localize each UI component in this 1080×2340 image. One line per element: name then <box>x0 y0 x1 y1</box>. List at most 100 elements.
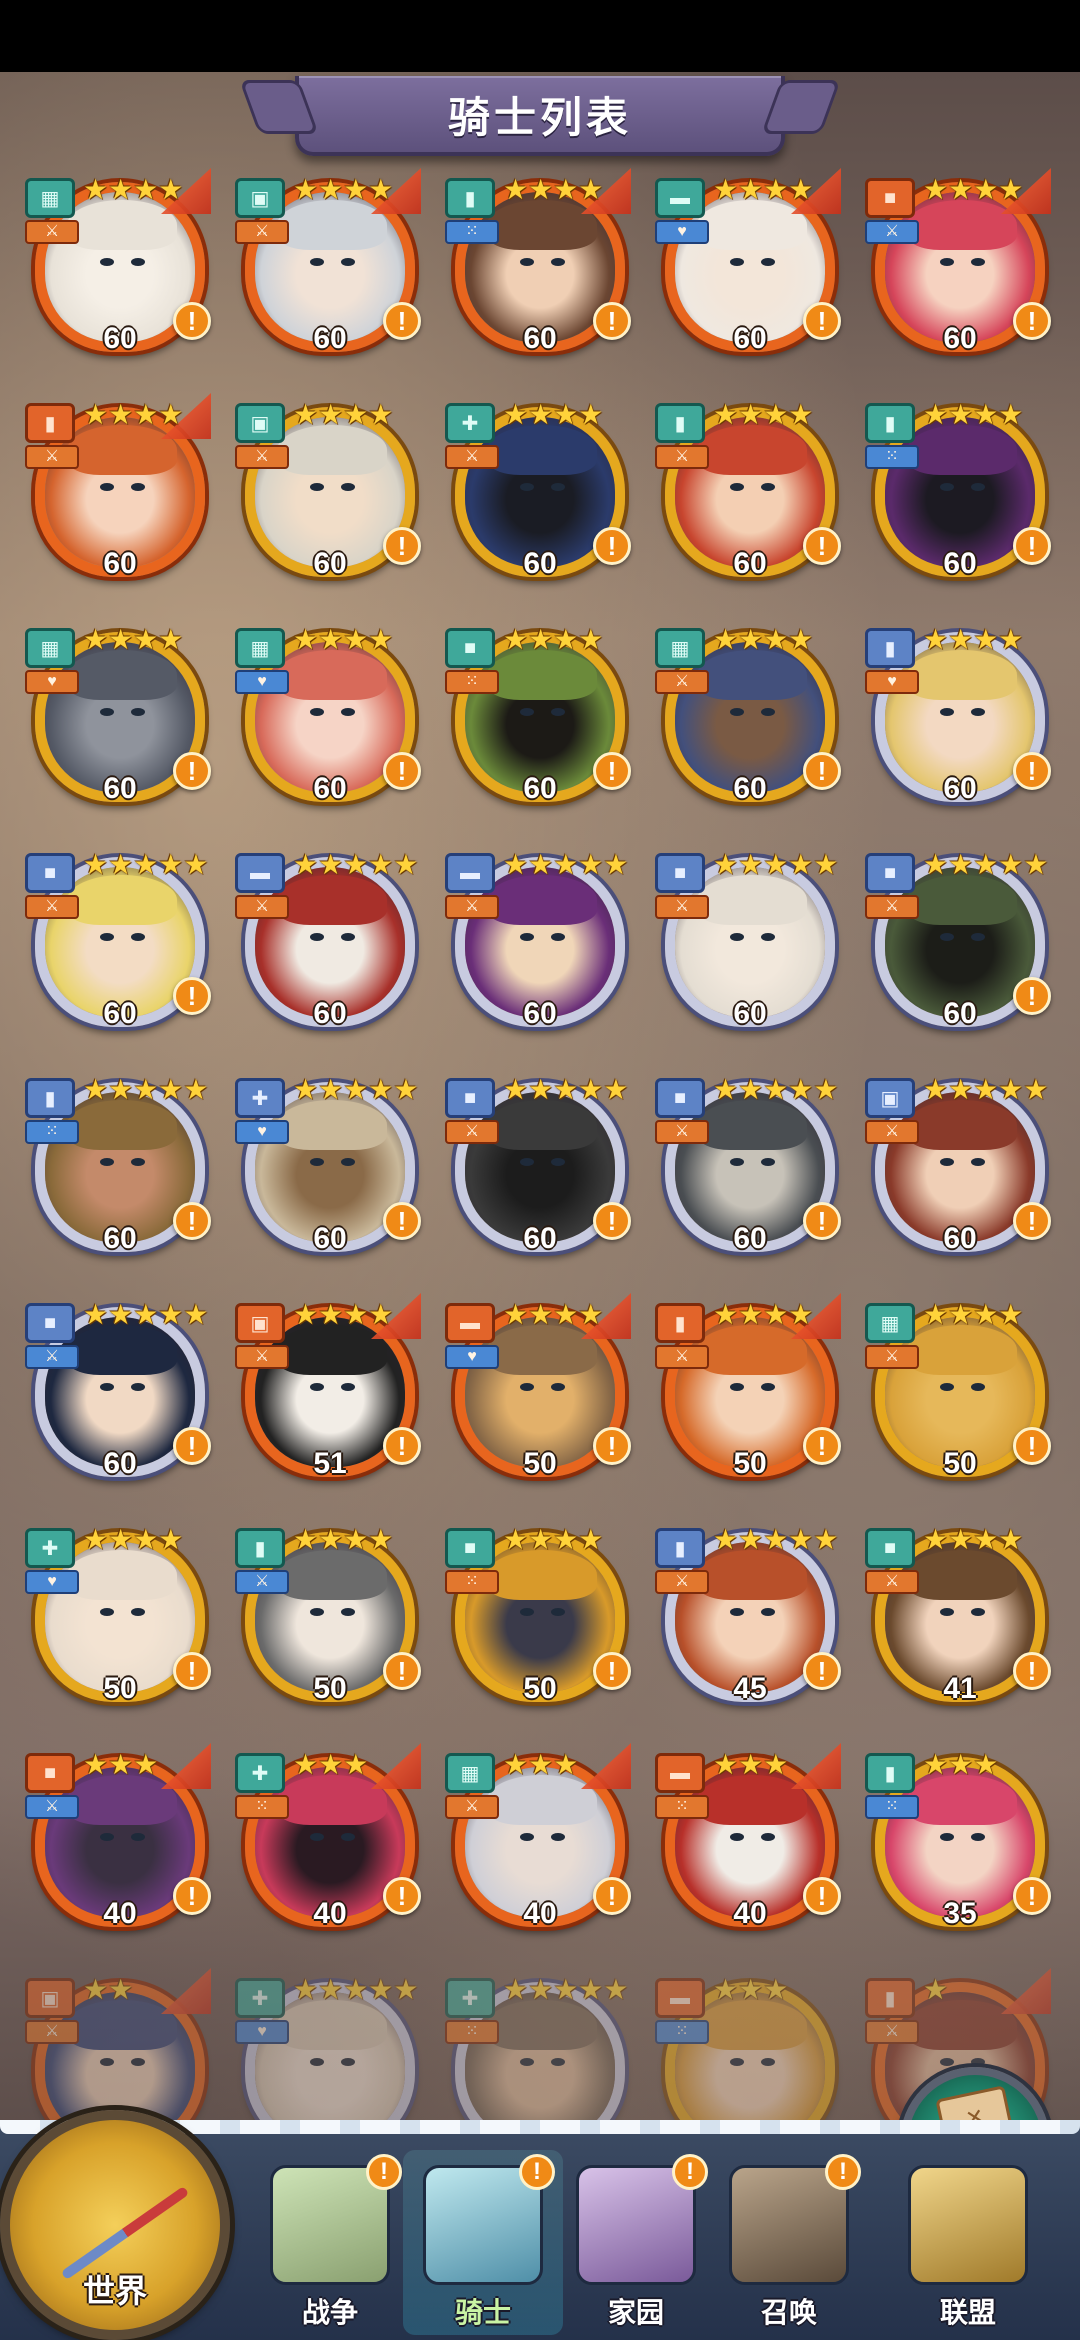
knight-card[interactable]: ★★★★ ▣ ⚔ 60! <box>235 397 425 587</box>
knight-card[interactable]: ★★★★ ▬ ♥ 60! <box>655 168 845 362</box>
class-icon: ▮ <box>25 403 75 443</box>
knight-card[interactable]: ★★★★ ▮ ⚔ 60 <box>25 393 215 587</box>
alert-badge-icon: ! <box>803 1427 841 1465</box>
knight-hair <box>907 1100 1017 1150</box>
knight-eye <box>520 2058 534 2066</box>
knight-card[interactable]: ★★★★ ▮ ⁙ 60! <box>865 397 1055 587</box>
class-icon: ▬ <box>655 178 705 218</box>
knight-eye <box>310 2058 324 2066</box>
knight-eye <box>971 1158 985 1166</box>
knight-eye <box>100 1383 114 1391</box>
tab-label: 骑士 <box>454 2297 511 2328</box>
knight-card[interactable]: ★★★★ ▣ ⚔ 51! <box>235 1293 425 1487</box>
knight-eye <box>520 1608 534 1616</box>
role-icon: ⚔ <box>25 2020 79 2044</box>
alert-badge-icon: ! <box>173 302 211 340</box>
knight-card[interactable]: ★★★ ▮ ⁙ 35! <box>865 1747 1055 1937</box>
knight-hair <box>697 650 807 700</box>
knight-card[interactable]: ★★★★ ▦ ⚔ 50! <box>865 1297 1055 1487</box>
knight-card[interactable]: ★★★★ ▬ ♥ 50! <box>445 1293 635 1487</box>
knight-eye <box>551 1158 565 1166</box>
knight-card[interactable]: ★★★★ ▦ ⚔ 60! <box>655 622 845 812</box>
alert-badge-icon: ! <box>593 302 631 340</box>
knight-card[interactable]: ★★★ ✚ ⁙ 40! <box>235 1743 425 1937</box>
knight-card[interactable]: ★★★★ ▮ ♥ 60! <box>865 622 1055 812</box>
knight-card[interactable]: ★★★★★ ✚ ♥ 60! <box>235 1072 425 1262</box>
knight-card[interactable]: ★★★ ■ ⚔ 40! <box>25 1743 215 1937</box>
class-icon: ▮ <box>655 1528 705 1568</box>
knight-card[interactable]: ★★★★ ■ ⁙ 60! <box>445 622 635 812</box>
tab-label: 联盟 <box>939 2297 996 2328</box>
tab-knight[interactable]: 骑士! <box>403 2150 563 2335</box>
star-rating: ★★★★★ <box>83 1074 209 1105</box>
role-icon: ♥ <box>235 1120 289 1144</box>
knight-hair <box>67 875 177 925</box>
knight-card[interactable]: ★★★★ ▮ ⁙ 60! <box>445 168 635 362</box>
tab-alliance[interactable]: 联盟 <box>888 2150 1048 2335</box>
role-icon: ⁙ <box>655 1795 709 1819</box>
knight-eye <box>131 1833 145 1841</box>
knight-card[interactable]: ★★★★ ■ ⚔ 41! <box>865 1522 1055 1712</box>
knight-eye <box>940 1608 954 1616</box>
class-icon: ✚ <box>235 1078 285 1118</box>
knight-hair <box>487 875 597 925</box>
class-icon: ▦ <box>865 1303 915 1343</box>
knight-card[interactable]: ★★★★ ■ ⁙ 50! <box>445 1522 635 1712</box>
star-rating: ★★★★★ <box>293 1074 419 1105</box>
knight-card[interactable]: ★★★★★ ▣ ⚔ 60! <box>865 1072 1055 1262</box>
knight-card[interactable]: ★★★★★ ■ ⚔ 60! <box>25 847 215 1037</box>
knight-card[interactable]: ★★★★★ ■ ⚔ 60! <box>865 847 1055 1037</box>
knight-card[interactable]: ★★★★ ▣ ⚔ 60! <box>235 168 425 362</box>
star-rating: ★★★★★ <box>923 849 1049 880</box>
alert-badge-icon: ! <box>1013 527 1051 565</box>
knight-card[interactable]: ★★★★ ▮ ⚔ 50! <box>235 1522 425 1712</box>
knight-eye <box>131 258 145 266</box>
knight-eye <box>551 2058 565 2066</box>
knight-card[interactable]: ★★★★★ ▮ ⚔ 45! <box>655 1522 845 1712</box>
knight-card[interactable]: ★★★★★ ▬ ⚔ 60 <box>445 847 635 1037</box>
knight-card[interactable]: ★★★★ ▮ ⚔ 50! <box>655 1293 845 1487</box>
star-rating: ★★ <box>83 1974 134 2005</box>
tab-summon[interactable]: 召唤! <box>709 2150 869 2335</box>
knight-eye <box>520 1383 534 1391</box>
role-icon: ⚔ <box>445 1120 499 1144</box>
tab-home[interactable]: 家园! <box>556 2150 716 2335</box>
alert-badge-icon: ! <box>593 1202 631 1240</box>
knight-card[interactable]: ★★★★ ▮ ⚔ 60! <box>655 397 845 587</box>
knight-card[interactable]: ★★★★★ ■ ⚔ 60! <box>655 1072 845 1262</box>
knight-card[interactable]: ★★★★ ✚ ⚔ 60! <box>445 397 635 587</box>
role-icon: ⁙ <box>25 1120 79 1144</box>
knight-eye <box>971 708 985 716</box>
knight-card[interactable]: ★★★★ ▦ ♥ 60! <box>235 622 425 812</box>
knight-card[interactable]: ★★★★★ ■ ⚔ 60! <box>25 1297 215 1487</box>
knight-card[interactable]: ★★★★ ■ ⚔ 60! <box>865 168 1055 362</box>
knight-hair <box>487 425 597 475</box>
knight-card[interactable]: ★★★ ▦ ⚔ 40! <box>445 1743 635 1937</box>
star-rating: ★★★★ <box>503 399 604 430</box>
star-rating: ★★★★ <box>923 624 1024 655</box>
knight-eye <box>310 1158 324 1166</box>
class-icon: ▮ <box>235 1528 285 1568</box>
alert-badge-icon: ! <box>173 1877 211 1915</box>
knight-card[interactable]: ★★★★ ▦ ♥ 60! <box>25 622 215 812</box>
tab-war[interactable]: 战争! <box>250 2150 410 2335</box>
knight-hair <box>907 650 1017 700</box>
knight-eye <box>100 933 114 941</box>
role-icon: ⚔ <box>655 1570 709 1594</box>
class-icon: ▣ <box>235 403 285 443</box>
star-rating: ★★★★ <box>713 399 814 430</box>
knight-card[interactable]: ★★★★★ ▮ ⁙ 60! <box>25 1072 215 1262</box>
knight-card[interactable]: ★★★★ ✚ ♥ 50! <box>25 1522 215 1712</box>
role-icon: ⚔ <box>445 895 499 919</box>
world-button[interactable]: 世界 <box>0 2110 230 2340</box>
alert-badge-icon: ! <box>1013 302 1051 340</box>
knight-card[interactable]: ★★★ ▬ ⁙ 40! <box>655 1743 845 1937</box>
knight-card[interactable]: ★★★★ ▦ ⚔ 60! <box>25 168 215 362</box>
alert-badge-icon: ! <box>173 1202 211 1240</box>
knight-card[interactable]: ★★★★★ ■ ⚔ 60! <box>445 1072 635 1262</box>
role-icon: ⁙ <box>445 2020 499 2044</box>
knight-card[interactable]: ★★★★★ ■ ⚔ 60 <box>655 847 845 1037</box>
star-rating: ★★★★ <box>923 174 1024 205</box>
star-rating: ★★★★★ <box>713 1524 839 1555</box>
knight-card[interactable]: ★★★★★ ▬ ⚔ 60 <box>235 847 425 1037</box>
